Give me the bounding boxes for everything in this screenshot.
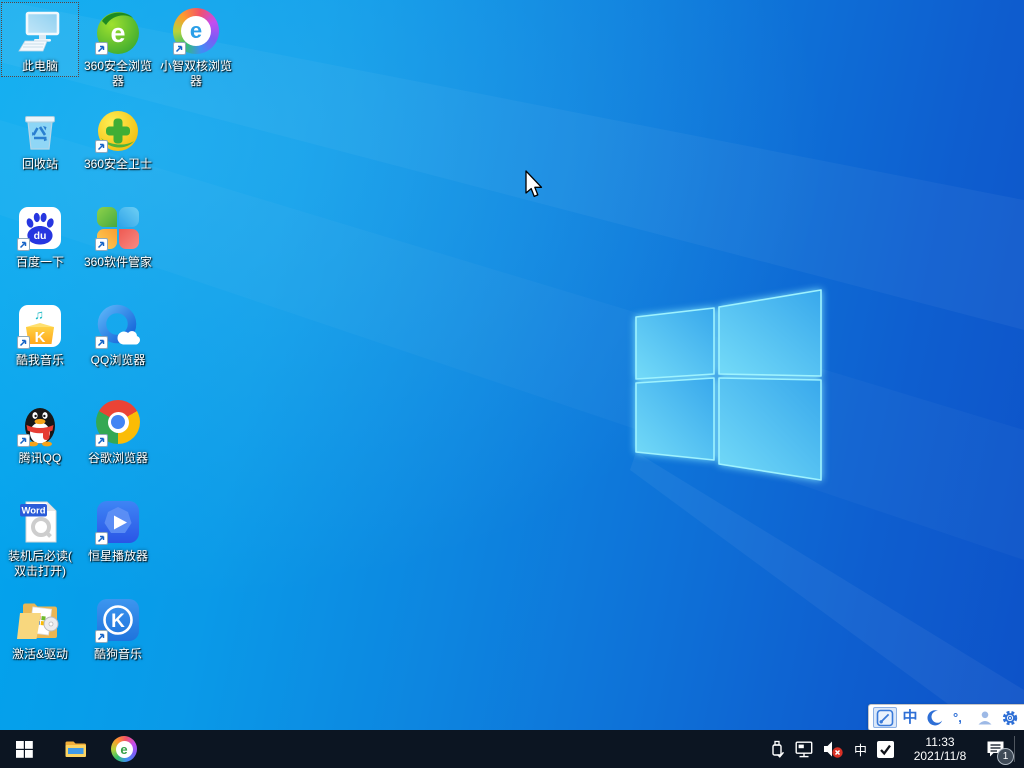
k-glyph: K [35,329,46,346]
word-badge-text: Word [21,506,45,517]
shortcut-arrow-icon [95,630,108,643]
volume-muted-tray-icon[interactable] [822,739,844,759]
desktop-icon-label: 腾讯QQ [18,451,62,465]
desktop-icon-label: 360软件管家 [83,255,153,269]
desktop-icon-label: 360安全浏览 器 [83,59,153,88]
desktop-icon-google-chrome[interactable]: 谷歌浏览器 [79,394,157,469]
desktop-icon-360-safe-guard[interactable]: 360安全卫士 [79,100,157,175]
ime-language-icon[interactable]: 中 [898,707,922,728]
desktop-icon-label: 酷我音乐 [15,353,64,367]
input-method-indicator[interactable]: 中 [854,740,867,759]
action-center-button[interactable]: 1 [982,736,1014,765]
activation-drivers-folder-icon [16,596,64,644]
checkmark-app-tray-icon[interactable] [877,740,894,758]
this-pc-icon [16,8,64,56]
windows-logo [635,289,822,481]
desktop-icon-label: 激活&驱动 [11,647,68,661]
taskbar-clock[interactable]: 11:33 2021/11/8 [908,735,972,763]
qq-browser-icon [94,302,142,350]
desktop-icon-label: 恒星播放器 [87,549,148,563]
k-glyph: K [111,611,125,632]
ime-fullwidth-moon-icon[interactable] [923,707,947,728]
svg-text:°,: °, [953,710,962,725]
ime-settings-gear-icon[interactable] [998,707,1022,728]
shortcut-arrow-icon [95,532,108,545]
desktop-icon-label: 谷歌浏览器 [87,451,148,465]
desktop-icon-readme-doc[interactable]: Word 装机后必读( 双击打开) [1,492,79,582]
network-tray-icon[interactable] [795,740,814,758]
360-browser-taskbar-icon: e [111,736,137,762]
desktop-icon-360-software-manager[interactable]: 360软件管家 [79,198,157,273]
kugou-music-icon: K [94,596,142,644]
baidu-icon: du [16,204,64,252]
star-player-icon [94,498,142,546]
readme-doc-icon: Word [16,498,64,546]
system-tray: 中 11:33 2021/11/8 1 [768,730,1024,768]
windows-start-icon [15,740,33,758]
music-notes-glyph: ♫ [34,307,44,322]
desktop-icon-star-player[interactable]: 恒星播放器 [79,492,157,567]
desktop-icon-label: 酷狗音乐 [93,647,142,661]
clock-time: 11:33 [925,735,955,749]
shortcut-arrow-icon [17,434,30,447]
file-explorer-icon [65,741,86,757]
360-secure-browser-icon: e [94,8,142,56]
mouse-cursor [525,170,543,198]
desktop-icon-label: 百度一下 [15,255,64,269]
360-safe-guard-icon [94,106,142,154]
desktop-icon-xiaozhi-browser[interactable]: e 小智双核浏览 器 [157,2,235,92]
shortcut-arrow-icon [95,336,108,349]
ime-toolbar: 中 °, [868,704,1024,731]
taskbar-360-browser-button[interactable]: e [100,730,148,768]
desktop-icon-tencent-qq[interactable]: 腾讯QQ [1,394,79,469]
desktop-icon-label: 360安全卫士 [83,157,153,171]
xiaozhi-browser-icon: e [172,8,220,56]
shortcut-arrow-icon [95,434,108,447]
shortcut-arrow-icon [173,42,186,55]
desktop-icon-360-secure-browser[interactable]: e 360安全浏览 器 [79,2,157,92]
file-explorer-button[interactable] [52,730,100,768]
desktop-icon-label: 此电脑 [21,59,58,73]
taskbar: e 中 11:33 2021/11/8 1 [0,730,1024,768]
notification-count-badge: 1 [997,748,1014,765]
e-glyph: e [181,16,211,46]
desktop-icon-kugou-music[interactable]: K 酷狗音乐 [79,590,157,665]
kuwo-music-icon: K ♫ [16,302,64,350]
ime-status-icon[interactable] [873,707,897,728]
e-glyph: e [110,18,125,48]
google-chrome-icon [94,400,142,448]
shortcut-arrow-icon [95,42,108,55]
desktop-icon-activation-drivers[interactable]: 激活&驱动 [1,590,79,665]
recycle-bin-icon [16,106,64,154]
desktop-icon-kuwo-music[interactable]: K ♫ 酷我音乐 [1,296,79,371]
360-software-manager-icon [94,204,142,252]
desktop-icon-this-pc[interactable]: 此电脑 [1,2,79,77]
show-desktop-button[interactable] [1015,730,1024,768]
desktop-icon-label: 回收站 [21,157,58,171]
desktop-icon-label: QQ浏览器 [90,353,146,367]
shortcut-arrow-icon [17,336,30,349]
ime-punctuation-icon[interactable]: °, [948,707,972,728]
desktop-icon-qq-browser[interactable]: QQ浏览器 [79,296,157,371]
usb-device-tray-icon[interactable] [768,740,786,759]
ime-account-icon[interactable] [973,707,997,728]
desktop-icon-label: 装机后必读( 双击打开) [8,549,72,578]
du-glyph: du [34,230,47,242]
desktop-icon-baidu[interactable]: du 百度一下 [1,198,79,273]
shortcut-arrow-icon [95,140,108,153]
tencent-qq-icon [16,400,64,448]
desktop-icon-label: 小智双核浏览 器 [159,59,232,88]
shortcut-arrow-icon [95,238,108,251]
shortcut-arrow-icon [17,238,30,251]
start-button[interactable] [0,730,48,768]
desktop-icon-recycle-bin[interactable]: 回收站 [1,100,79,175]
clock-date: 2021/11/8 [913,749,967,763]
desktop-wallpaper: 此电脑 e 360安全浏览 器 e 小智双核浏览 器 回收站 360安全卫士 d… [0,0,1024,730]
